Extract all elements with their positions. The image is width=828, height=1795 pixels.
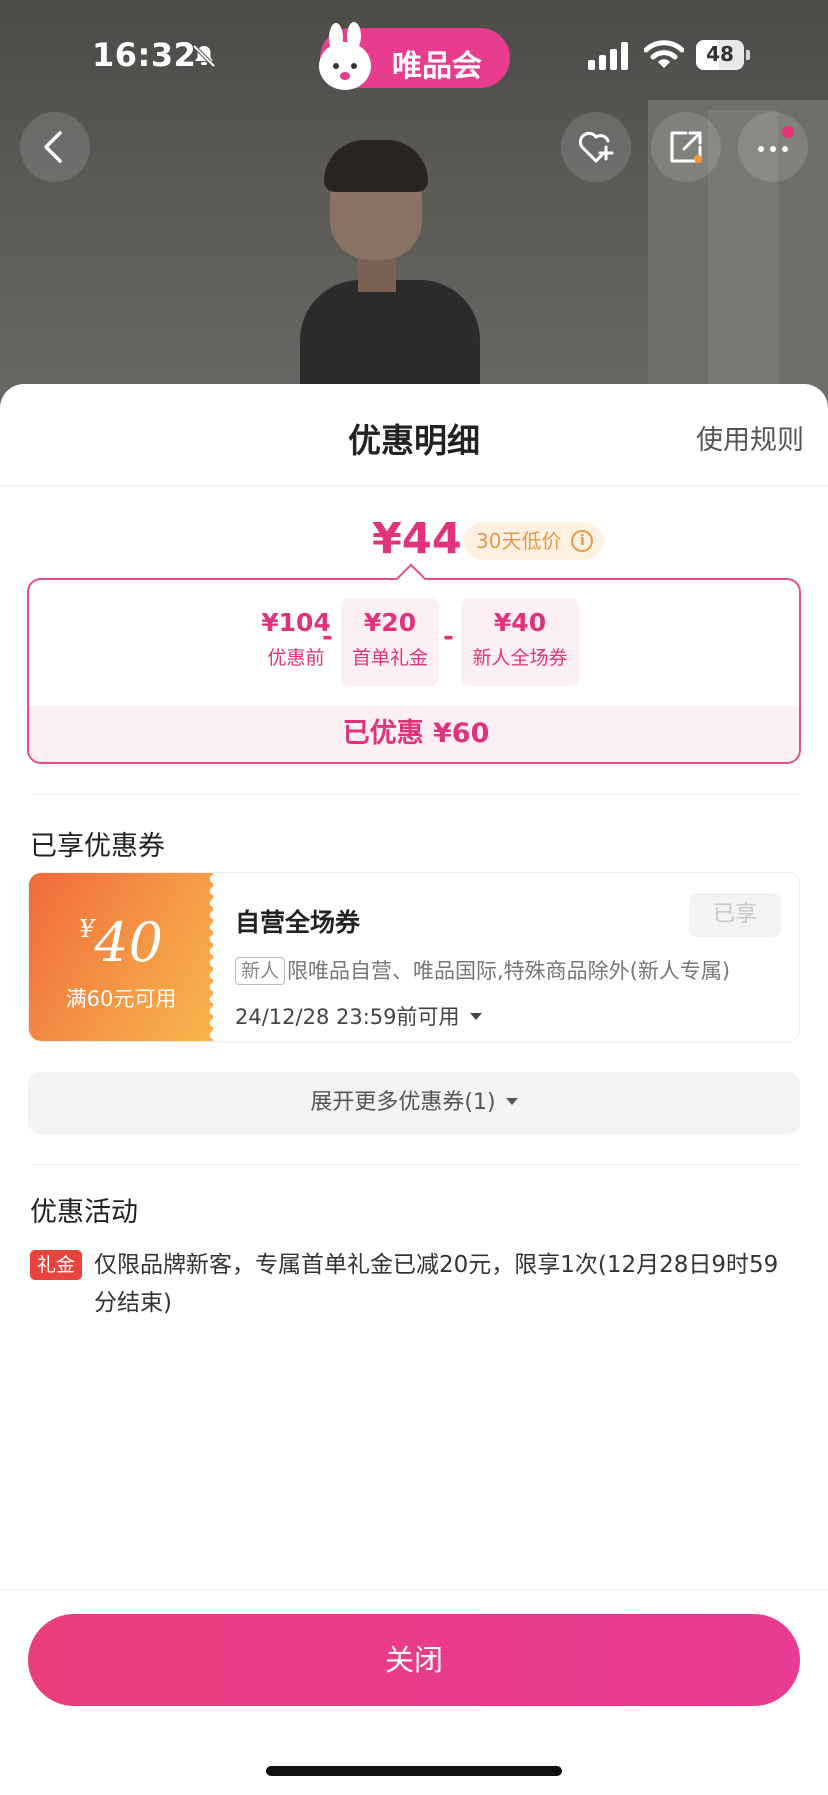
gift-badge: 礼金 — [30, 1250, 82, 1280]
model-hair — [324, 140, 428, 192]
final-price: ¥44 — [372, 514, 462, 564]
coupon-enjoyed-button[interactable]: 已享 — [689, 893, 781, 937]
activity-section-title: 优惠活动 — [30, 1197, 138, 1228]
activity-text: 仅限品牌新客，专属首单礼金已减20元，限享1次(12月28日9时59分结束) — [94, 1252, 779, 1316]
header-divider — [0, 486, 828, 487]
share-icon — [670, 131, 702, 163]
section-divider — [30, 1164, 798, 1165]
mute-bell-icon — [192, 44, 216, 68]
price-calculation-box: ¥104 优惠前 - ¥20 首单礼金 - ¥40 新人全场券 已优惠 ¥60 — [27, 578, 801, 764]
status-time: 16:32 — [92, 36, 197, 74]
coupon-expiry-toggle[interactable]: 24/12/28 23:59前可用 — [235, 1001, 482, 1031]
activity-item: 礼金 仅限品牌新客，专属首单礼金已减20元，限享1次(12月28日9时59分结束… — [30, 1246, 798, 1326]
model-figure — [280, 140, 520, 440]
coupon-condition: 满60元可用 — [65, 987, 177, 1011]
new-user-coupon-item: ¥40 新人全场券 — [461, 598, 579, 686]
caret-down-icon — [469, 1012, 482, 1020]
coupon-amount: ¥40 — [29, 911, 213, 974]
expand-more-coupons-button[interactable]: 展开更多优惠券(1) — [28, 1072, 800, 1134]
section-divider — [30, 794, 798, 795]
final-price-row: ¥44 30天低价 i — [0, 514, 828, 574]
more-button[interactable] — [738, 112, 808, 182]
coupon-perforated-edge — [206, 873, 213, 1041]
total-saved: 已优惠 ¥60 — [29, 706, 799, 762]
battery-nub — [746, 50, 750, 60]
back-button[interactable] — [20, 112, 90, 182]
home-indicator[interactable] — [266, 1766, 562, 1776]
rabbit-mascot-icon — [319, 22, 371, 90]
coupon-value-panel: ¥40 满60元可用 — [29, 873, 213, 1041]
status-bar: 16:32 唯品会 48 — [0, 0, 828, 110]
cellular-signal-icon — [588, 42, 628, 70]
low-price-tag[interactable]: 30天低价 i — [464, 522, 604, 560]
app-badge: 唯品会 — [319, 22, 510, 90]
notification-dot — [782, 126, 794, 138]
heart-plus-icon — [578, 131, 614, 163]
share-button[interactable] — [651, 112, 721, 182]
calc-amount: ¥20 — [363, 608, 417, 637]
battery-percent: 48 — [706, 42, 734, 66]
chevron-left-icon — [44, 131, 62, 163]
close-button[interactable]: 关闭 — [28, 1614, 800, 1706]
discount-detail-sheet: 优惠明细 使用规则 ¥44 30天低价 i ¥104 优惠前 - ¥20 首单礼… — [0, 384, 828, 1795]
favorite-button[interactable] — [561, 112, 631, 182]
new-user-tag: 新人 — [235, 957, 286, 985]
calc-amount: ¥104 — [261, 608, 331, 637]
wifi-icon — [644, 40, 684, 68]
footer-divider — [0, 1589, 828, 1590]
coupon-value: 40 — [94, 911, 163, 974]
calc-label: 优惠前 — [267, 647, 325, 669]
coupon-currency: ¥ — [79, 915, 95, 943]
app-name: 唯品会 — [392, 49, 482, 84]
minus-sign: - — [322, 622, 333, 652]
coupon-expiry: 24/12/28 23:59前可用 — [235, 1005, 460, 1029]
battery-icon: 48 — [696, 40, 750, 70]
minus-sign: - — [443, 622, 454, 652]
usage-rules-link[interactable]: 使用规则 — [696, 418, 804, 457]
first-order-gift-item: ¥20 首单礼金 — [341, 598, 439, 686]
coupon-card[interactable]: ¥40 满60元可用 自营全场券 已享 新人 限唯品自营、唯品国际,特殊商品除外… — [28, 872, 800, 1042]
info-icon: i — [571, 530, 594, 552]
expand-label: 展开更多优惠券(1) — [310, 1090, 496, 1115]
calc-amount: ¥40 — [493, 608, 547, 637]
caret-down-icon — [505, 1097, 518, 1105]
coupon-description: 限唯品自营、唯品国际,特殊商品除外(新人专属) — [287, 959, 731, 983]
coupons-section-title: 已享优惠券 — [30, 831, 165, 862]
calc-label: 首单礼金 — [351, 647, 428, 669]
coupon-name: 自营全场券 — [235, 908, 361, 937]
calc-label: 新人全场券 — [472, 647, 568, 669]
original-price-item: ¥104 优惠前 — [243, 598, 349, 686]
low-price-label: 30天低价 — [476, 529, 562, 553]
